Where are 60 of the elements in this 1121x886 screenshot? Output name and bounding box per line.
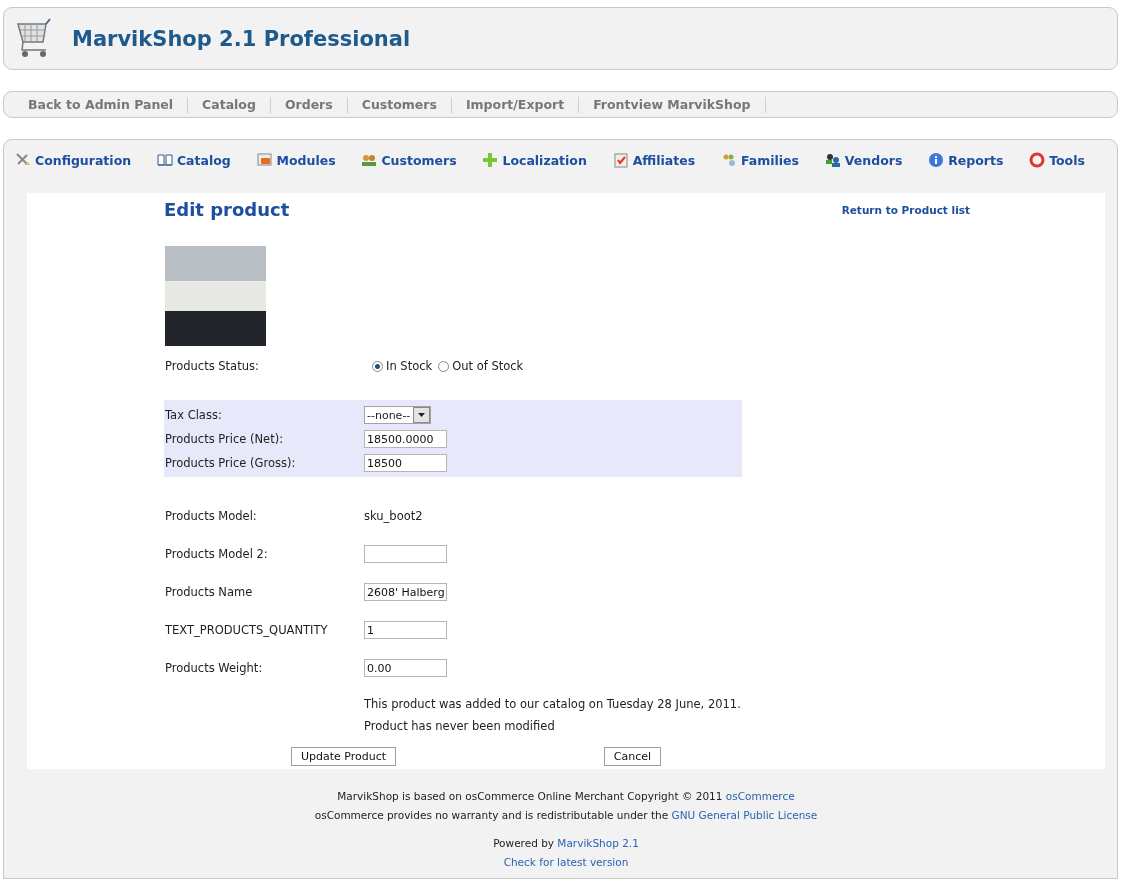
plus-icon (482, 152, 499, 168)
menu-item[interactable]: Families (720, 152, 799, 168)
field-label: Products Status: (165, 359, 260, 373)
menu-item[interactable]: Customers (361, 152, 457, 168)
footer-link[interactable]: MarvikShop 2.1 (557, 837, 639, 849)
shopping-cart-icon (16, 17, 54, 60)
radio-option[interactable]: Out of Stock (438, 359, 524, 373)
tax-class-select[interactable]: --none-- (364, 406, 432, 424)
users-icon (824, 152, 841, 168)
info-icon (928, 152, 945, 168)
field-label: Products Price (Net): (165, 432, 285, 446)
input-field[interactable] (364, 545, 447, 563)
nav-link[interactable]: Orders (270, 96, 348, 113)
people-icon (361, 152, 378, 168)
input-field[interactable]: 2608' Halberg (364, 583, 447, 601)
input-field[interactable]: 18500 (364, 454, 447, 472)
field-label: Products Weight: (165, 661, 264, 675)
menu-item[interactable]: Vendors (824, 152, 903, 168)
input-field[interactable]: 18500.0000 (364, 430, 447, 448)
footer-link[interactable]: GNU General Public License (671, 809, 818, 821)
page-title: Edit product (164, 199, 290, 220)
input-field[interactable]: 1 (364, 621, 447, 639)
menu-item[interactable]: Tools (1029, 152, 1085, 168)
app-title: MarvikShop 2.1 Professional (72, 26, 411, 51)
menu-item[interactable]: Affiliates (612, 152, 696, 168)
footer-link[interactable]: osCommerce (725, 790, 795, 802)
input-field[interactable]: 0.00 (364, 659, 447, 677)
nav-link[interactable]: Import/Export (451, 96, 580, 113)
nav-link[interactable]: Frontview MarvikShop (579, 96, 766, 113)
return-link[interactable]: Return to Product list (841, 203, 970, 216)
clipboard-icon (612, 152, 629, 168)
caret-icon (413, 407, 431, 423)
lifebuoy-icon (1029, 152, 1046, 168)
info-text: Product has never been modified (363, 719, 556, 733)
window-icon (256, 152, 273, 168)
field-label: Products Model: (165, 509, 258, 523)
footer-text: MarvikShop is based on osCommerce Online Merchant Copyright © 2011 osCommerce (337, 789, 795, 803)
field-label: Products Price (Gross): (165, 456, 297, 470)
nav-link[interactable]: Customers (347, 96, 452, 113)
menu-item[interactable]: Modules (256, 152, 336, 168)
footer-text: osCommerce provides no warranty and is redistributable under the GNU General Public License (314, 808, 818, 822)
field-label: Products Model 2: (165, 547, 269, 561)
footer-text: Powered by MarvikShop 2.1 (493, 836, 639, 850)
menu-item[interactable]: Localization (482, 152, 587, 168)
field-label: TEXT_PRODUCTS_QUANTITY (165, 623, 329, 637)
info-text: This product was added to our catalog on Tuesday 28 June, 2011. (363, 697, 742, 711)
book-icon (156, 152, 173, 168)
menu-item[interactable]: Configuration (15, 152, 132, 168)
nav-link[interactable]: Catalog (188, 96, 271, 113)
update-button[interactable]: Update Product (290, 747, 397, 766)
cancel-button[interactable]: Cancel (603, 747, 662, 766)
tools-icon (15, 152, 31, 168)
menu-item[interactable]: Catalog (156, 152, 231, 168)
field-value: sku_boot2 (364, 509, 423, 523)
menu-item[interactable]: Reports (928, 152, 1004, 168)
footer-link[interactable]: Check for latest version (503, 856, 629, 868)
radio-option[interactable]: In Stock (372, 359, 433, 373)
nav-link[interactable]: Back to Admin Panel (14, 96, 189, 113)
field-label: Products Name (165, 585, 254, 599)
field-label: Tax Class: (165, 408, 223, 422)
